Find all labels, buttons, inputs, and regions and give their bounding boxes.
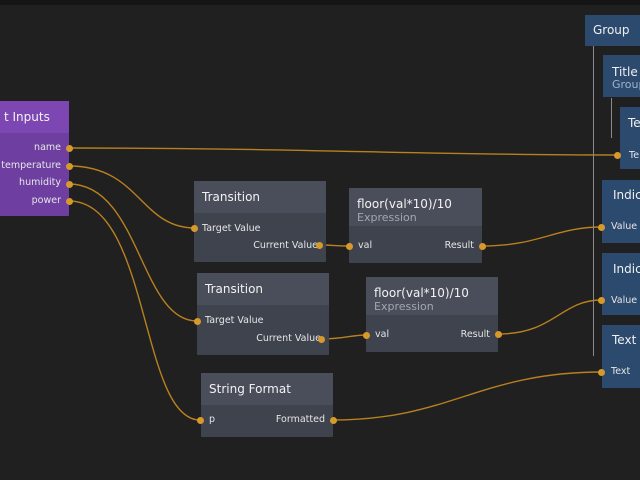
top-bar (0, 0, 640, 5)
text-node-2-input-label: Text (611, 366, 631, 377)
expression-1-input-port[interactable] (346, 243, 353, 250)
text-node-2-input-port[interactable] (598, 369, 605, 376)
transition-node-1-title: Transition (202, 190, 261, 204)
wire-humidity-to-transition2 (68, 183, 198, 322)
val-label: val (358, 240, 373, 251)
tree-line-main (593, 46, 594, 356)
indicator-2-input-port[interactable] (598, 297, 605, 304)
val-label: val (375, 329, 390, 340)
current-value-label: Current Value (253, 240, 318, 251)
expression-2-input-port[interactable] (363, 332, 370, 339)
output-power-port[interactable] (66, 198, 73, 205)
output-temperature-port[interactable] (66, 163, 73, 170)
expression-node-1-subtitle: Expression (357, 211, 417, 224)
text-node-1-input-label: Te (629, 150, 640, 161)
expression-1-output-port[interactable] (479, 243, 486, 250)
wire-expression2-to-indicator2 (497, 299, 603, 335)
transition-node-1-header[interactable]: Transition (194, 181, 326, 213)
component-inputs-header[interactable]: t Inputs (0, 101, 69, 133)
transition-2-input-port[interactable] (194, 318, 201, 325)
expression-2-output-port[interactable] (495, 331, 502, 338)
indicator-2-value-label: Value (611, 295, 638, 306)
expression-node-2-header[interactable]: floor(val*10)/10 Expression (366, 277, 498, 315)
title-node[interactable]: Title Group (603, 55, 640, 97)
transition-node-2[interactable]: Transition Target Value Current Value (197, 273, 329, 355)
output-name-port[interactable] (66, 145, 73, 152)
indicator-1-input-port[interactable] (598, 224, 605, 231)
indicator-node-2[interactable]: Indica Value (602, 253, 640, 315)
indicator-2-title: Indica (613, 262, 640, 276)
text-node-2-title: Text (612, 333, 637, 347)
transition-node-2-title: Transition (205, 282, 264, 296)
target-value-label: Target Value (202, 223, 261, 234)
component-inputs-title: t Inputs (4, 110, 50, 124)
formatted-label: Formatted (275, 414, 325, 425)
wire-stringformat-to-text (332, 371, 603, 421)
transition-1-output-port[interactable] (316, 242, 323, 249)
output-humidity-label: humidity (19, 177, 61, 188)
output-power-label: power (31, 195, 61, 206)
indicator-1-title: Indica (613, 188, 640, 202)
expression-node-1-header[interactable]: floor(val*10)/10 Expression (349, 188, 482, 226)
expression-node-2-title: floor(val*10)/10 (374, 286, 469, 300)
transition-1-input-port[interactable] (191, 225, 198, 232)
group-title: Group (593, 23, 630, 37)
string-format-node[interactable]: String Format p Formatted (201, 373, 333, 437)
expression-node-2[interactable]: floor(val*10)/10 Expression val Result (366, 277, 498, 352)
wire-expression1-to-indicator1 (481, 226, 603, 247)
result-label: Result (444, 240, 474, 251)
expression-node-2-subtitle: Expression (374, 300, 434, 313)
text-node-1-input-port[interactable] (614, 152, 621, 159)
transition-2-output-port[interactable] (318, 336, 325, 343)
result-label: Result (460, 329, 490, 340)
indicator-node-1[interactable]: Indica Value (602, 180, 640, 243)
string-format-input-port[interactable] (197, 417, 204, 424)
text-node-2[interactable]: Text Text (602, 325, 640, 388)
expression-node-1-title: floor(val*10)/10 (357, 197, 452, 211)
text-node-1[interactable]: Te Te (620, 107, 640, 169)
title-node-title: Title (612, 65, 638, 79)
group-node[interactable]: Group (585, 15, 640, 46)
output-temperature-label: temperature (1, 160, 61, 171)
indicator-1-value-label: Value (611, 221, 638, 232)
p-label: p (209, 414, 216, 425)
transition-node-2-header[interactable]: Transition (197, 273, 329, 305)
tree-line-title (611, 98, 612, 138)
wire-temperature-to-transition1 (68, 165, 196, 229)
string-format-title: String Format (209, 382, 291, 396)
title-node-subtitle: Group (612, 78, 640, 91)
text-node-1-title: Te (628, 116, 640, 130)
transition-node-1[interactable]: Transition Target Value Current Value (194, 181, 326, 262)
current-value-label: Current Value (256, 333, 321, 344)
wire-name-to-text (68, 147, 618, 156)
string-format-output-port[interactable] (330, 417, 337, 424)
component-inputs-node[interactable]: t Inputs name temperature humidity power (0, 101, 69, 216)
expression-node-1[interactable]: floor(val*10)/10 Expression val Result (349, 188, 482, 263)
wire-power-to-stringformat (68, 200, 201, 421)
target-value-label: Target Value (205, 315, 264, 326)
output-humidity-port[interactable] (66, 181, 73, 188)
output-name-label: name (34, 142, 61, 153)
string-format-header[interactable]: String Format (201, 373, 333, 405)
